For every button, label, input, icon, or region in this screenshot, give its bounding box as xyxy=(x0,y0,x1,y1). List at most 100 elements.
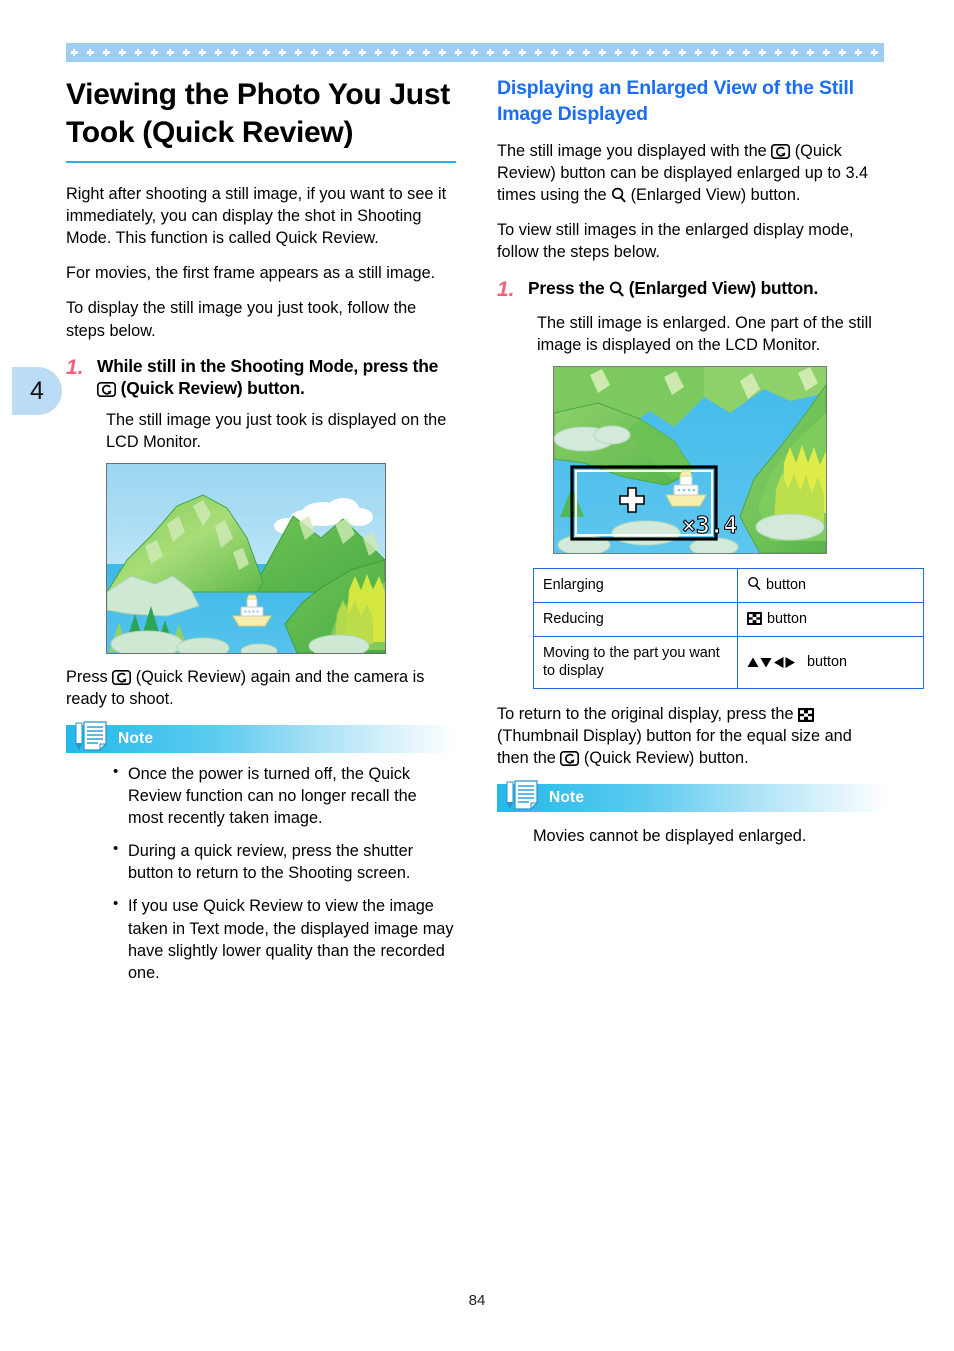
band-motif xyxy=(150,49,158,56)
quick-review-icon xyxy=(112,670,132,686)
right-paragraph-2: To view still images in the enlarged dis… xyxy=(497,221,854,262)
quick-review-icon xyxy=(97,382,116,398)
step-text-part-a: Press the xyxy=(528,277,605,298)
band-motif xyxy=(758,49,766,56)
magnifier-icon xyxy=(609,281,624,297)
band-motif xyxy=(390,49,398,56)
band-motif xyxy=(838,49,846,56)
step-1-description: The still image is enlarged. One part of… xyxy=(537,313,872,355)
band-motif xyxy=(166,49,174,56)
table-cell-action: Reducing xyxy=(533,601,738,637)
note-item: If you use Quick Review to view the imag… xyxy=(106,894,456,984)
table-cell-button: button xyxy=(737,635,924,690)
band-motif xyxy=(454,49,462,56)
chapter-tab: 4 xyxy=(12,367,62,415)
step-1-description: The still image you just took is display… xyxy=(106,410,447,452)
thumbnail-icon xyxy=(798,708,815,723)
band-motif xyxy=(374,49,382,56)
closing-part-a: To return to the original display, press… xyxy=(497,705,794,724)
band-motif xyxy=(326,49,334,56)
band-motif xyxy=(518,49,526,56)
note-text: Movies cannot be displayed enlarged. xyxy=(533,826,807,845)
band-motif xyxy=(550,49,558,56)
zoom-factor-label: ×3.4 xyxy=(682,513,737,539)
button-reference-table: Enlarging button Reducing button Moving … xyxy=(533,568,924,690)
band-motif xyxy=(678,49,686,56)
band-motif xyxy=(358,49,366,56)
table-row: Moving to the part you want to display b… xyxy=(533,635,924,690)
step-1-right: 1. Press the (Enlarged View) button. xyxy=(497,277,887,303)
band-motif xyxy=(790,49,798,56)
quick-review-icon xyxy=(560,751,580,767)
band-motif xyxy=(726,49,734,56)
band-motif xyxy=(70,49,78,56)
table-cell-button: button xyxy=(737,601,924,637)
band-motif xyxy=(662,49,670,56)
band-motif xyxy=(470,49,478,56)
table-cell-button-label: button xyxy=(807,653,848,670)
table-cell-button-label: button xyxy=(766,577,807,594)
band-motif xyxy=(102,49,110,56)
section-heading: Displaying an Enlarged View of the Still… xyxy=(497,77,854,125)
step-text: Press the (Enlarged View) button. xyxy=(528,277,887,300)
table-row: Enlarging button xyxy=(533,568,924,603)
table-cell-button: button xyxy=(737,568,924,603)
magnifier-icon xyxy=(611,187,626,203)
band-motif xyxy=(214,49,222,56)
band-motif xyxy=(870,49,878,56)
band-motif xyxy=(614,49,622,56)
band-motif xyxy=(134,49,142,56)
table-row: Reducing button xyxy=(533,601,924,637)
chapter-tab-number: 4 xyxy=(30,376,44,405)
note-label: Note xyxy=(549,788,585,806)
band-motif xyxy=(854,49,862,56)
right-paragraph-1: The still image you displayed with the (… xyxy=(497,140,887,206)
note-item-list: Once the power is turned off, the Quick … xyxy=(106,762,456,984)
title-underline xyxy=(66,160,456,163)
closing-paragraph: To return to the original display, press… xyxy=(497,703,887,769)
band-motif xyxy=(502,49,510,56)
note-pencil-document-icon xyxy=(70,719,114,753)
table-cell-button-label: button xyxy=(767,610,808,627)
note-item: During a quick review, press the shutter… xyxy=(106,839,456,884)
note-header: Note xyxy=(497,779,887,812)
band-motif xyxy=(534,49,542,56)
band-motif xyxy=(646,49,654,56)
dpad-arrows-icon xyxy=(747,656,803,669)
right-para1-part-a: The still image you displayed with the xyxy=(497,141,767,160)
band-motif xyxy=(118,49,126,56)
band-motif xyxy=(486,49,494,56)
table-cell-action: Moving to the part you want to display xyxy=(533,635,738,690)
step-number: 1. xyxy=(66,355,84,379)
band-motif xyxy=(694,49,702,56)
note-pencil-document-icon xyxy=(501,778,545,812)
closing-part-c: (Quick Review) button. xyxy=(583,749,749,768)
decorative-top-band xyxy=(66,43,884,62)
left-column: Viewing the Photo You Just Took (Quick R… xyxy=(66,76,456,995)
document-page: 4 Viewing the Photo You Just Took (Quick… xyxy=(0,0,954,1351)
band-motif xyxy=(630,49,638,56)
right-column: Displaying an Enlarged View of the Still… xyxy=(497,76,924,847)
band-motif xyxy=(742,49,750,56)
band-motif xyxy=(406,49,414,56)
step-text-part-b: (Enlarged View) button. xyxy=(628,277,819,298)
figure-enlarged-view: ×3.4 xyxy=(553,366,827,555)
band-motif xyxy=(774,49,782,56)
after-figure-text: Press (Quick Review) again and the camer… xyxy=(66,666,456,710)
figure-enlarged-view-wrap: ×3.4 xyxy=(553,366,887,555)
band-motif xyxy=(278,49,286,56)
intro-paragraph-2: For movies, the first frame appears as a… xyxy=(66,264,436,283)
step-number: 1. xyxy=(497,277,515,301)
thumbnail-icon xyxy=(747,611,763,626)
band-motif xyxy=(310,49,318,56)
band-motif xyxy=(294,49,302,56)
figure-lcd-preview xyxy=(106,463,386,655)
band-motif xyxy=(598,49,606,56)
band-motif xyxy=(806,49,814,56)
note-box-left: Note Once the power is turned off, the Q… xyxy=(66,720,456,984)
band-motif xyxy=(86,49,94,56)
figure-lcd-preview-wrap xyxy=(106,463,456,655)
band-motif xyxy=(566,49,574,56)
band-motif xyxy=(822,49,830,56)
right-para1-part-c: (Enlarged View) button. xyxy=(630,186,801,205)
